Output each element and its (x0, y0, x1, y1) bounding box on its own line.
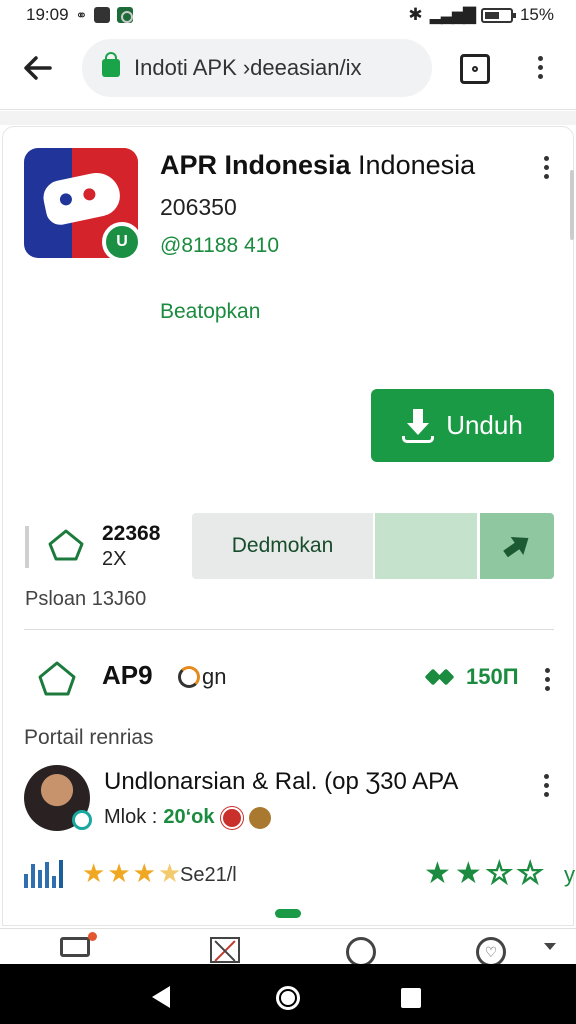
review-more-icon[interactable] (543, 774, 549, 797)
chevron-down-icon[interactable] (544, 943, 556, 950)
reaction-icon (248, 806, 271, 829)
section-title: Portail renrias (24, 726, 154, 749)
battery-icon (480, 7, 516, 23)
stat-divider (25, 526, 29, 568)
star-half-icon: ★ (157, 858, 182, 888)
address-bar[interactable]: Indoti APK ›deeasian/ix (82, 39, 432, 97)
star-outline-icon[interactable]: ☆ (516, 856, 544, 891)
download-button[interactable]: Unduh (371, 389, 554, 462)
bottom-tab-bar: ♡ (0, 928, 576, 967)
url-text: Indoti APK ›deeasian/ix (134, 55, 362, 80)
more-vert-icon[interactable] (537, 56, 543, 79)
app-notification-icon (117, 7, 134, 23)
star-outline-icon[interactable]: ☆ (485, 856, 513, 891)
nav-home-icon[interactable] (276, 986, 300, 1010)
verified-badge: U (102, 222, 142, 262)
scrollbar[interactable] (570, 170, 574, 240)
battery-percent: 15% (519, 5, 554, 24)
share-button[interactable] (480, 513, 554, 579)
browser-toolbar: Indoti APK ›deeasian/ix (0, 30, 576, 110)
loading-icon (178, 666, 200, 688)
system-nav-bar (0, 964, 576, 1024)
rating-stars: ★ ★ ★ ★ (82, 858, 181, 889)
star-icon[interactable]: ★ (424, 856, 451, 891)
review-meta: Mlok : 20‘ok (104, 806, 271, 829)
signal-icon: ▂▃▅▇ (429, 5, 476, 24)
app-link[interactable]: Beatopkan (160, 300, 260, 324)
review-title[interactable]: Undlonarsian & Ral. (op Ʒ30 APA (104, 768, 458, 796)
section-divider (24, 629, 554, 630)
row-more-icon[interactable] (544, 668, 550, 691)
status-time: 19:09 (26, 5, 69, 24)
toolbar-shadow (0, 111, 576, 125)
row-meta: gn (178, 664, 226, 690)
link-icon (426, 667, 454, 687)
tv-icon[interactable] (60, 932, 97, 957)
download-icon (402, 408, 435, 443)
gamepad-icon (40, 168, 124, 228)
star-icon: ★ (107, 858, 131, 888)
share-icon (499, 529, 535, 563)
stat-count: 22368 (102, 522, 161, 545)
nav-back-icon[interactable] (152, 986, 170, 1008)
heart-icon[interactable]: ♡ (476, 937, 506, 967)
barcode-icon (24, 860, 66, 888)
app-title: APR Indonesia Indonesia (160, 150, 476, 180)
nav-recents-icon[interactable] (401, 988, 421, 1008)
truncated-glyph: y (564, 862, 575, 887)
status-bar: 19:09 ⚭ ✱ ▂▃▅▇ 15% (0, 0, 576, 30)
rate-stars[interactable]: ★ ★ ☆ ☆ (424, 856, 544, 891)
star-icon[interactable]: ★ (455, 856, 482, 891)
bluetooth-icon: ✱ (408, 5, 423, 24)
arrow-left-icon[interactable] (20, 50, 56, 86)
house-icon (38, 661, 76, 696)
sheet-handle[interactable] (275, 909, 301, 918)
stat-multiplier: 2X (102, 548, 127, 570)
lock-icon (102, 52, 120, 77)
stat-caption: Psloan 13J60 (25, 588, 147, 610)
star-icon: ★ (132, 858, 156, 888)
app-size: @81188 410 (160, 234, 280, 257)
tabs-icon[interactable] (460, 54, 490, 84)
app-more-icon[interactable] (543, 156, 549, 179)
review-count: Se21/l (180, 864, 237, 886)
disc-icon[interactable] (346, 937, 376, 967)
row-label: AP9 (102, 660, 153, 690)
app-version: 206350 (160, 194, 237, 220)
house-icon (48, 529, 84, 561)
reaction-icon (220, 806, 243, 829)
suggest-segment[interactable] (375, 513, 477, 579)
close-box-icon[interactable] (210, 937, 240, 963)
notification-icon (94, 7, 111, 23)
star-icon: ★ (82, 858, 106, 888)
avatar-badge-icon (72, 810, 92, 830)
suggest-button[interactable]: Dedmokan (192, 513, 373, 579)
wifi-icon: ⚭ (75, 6, 88, 23)
row-stats: 150П (426, 664, 519, 690)
row-count: 150П (466, 664, 519, 689)
download-label: Unduh (446, 410, 523, 440)
